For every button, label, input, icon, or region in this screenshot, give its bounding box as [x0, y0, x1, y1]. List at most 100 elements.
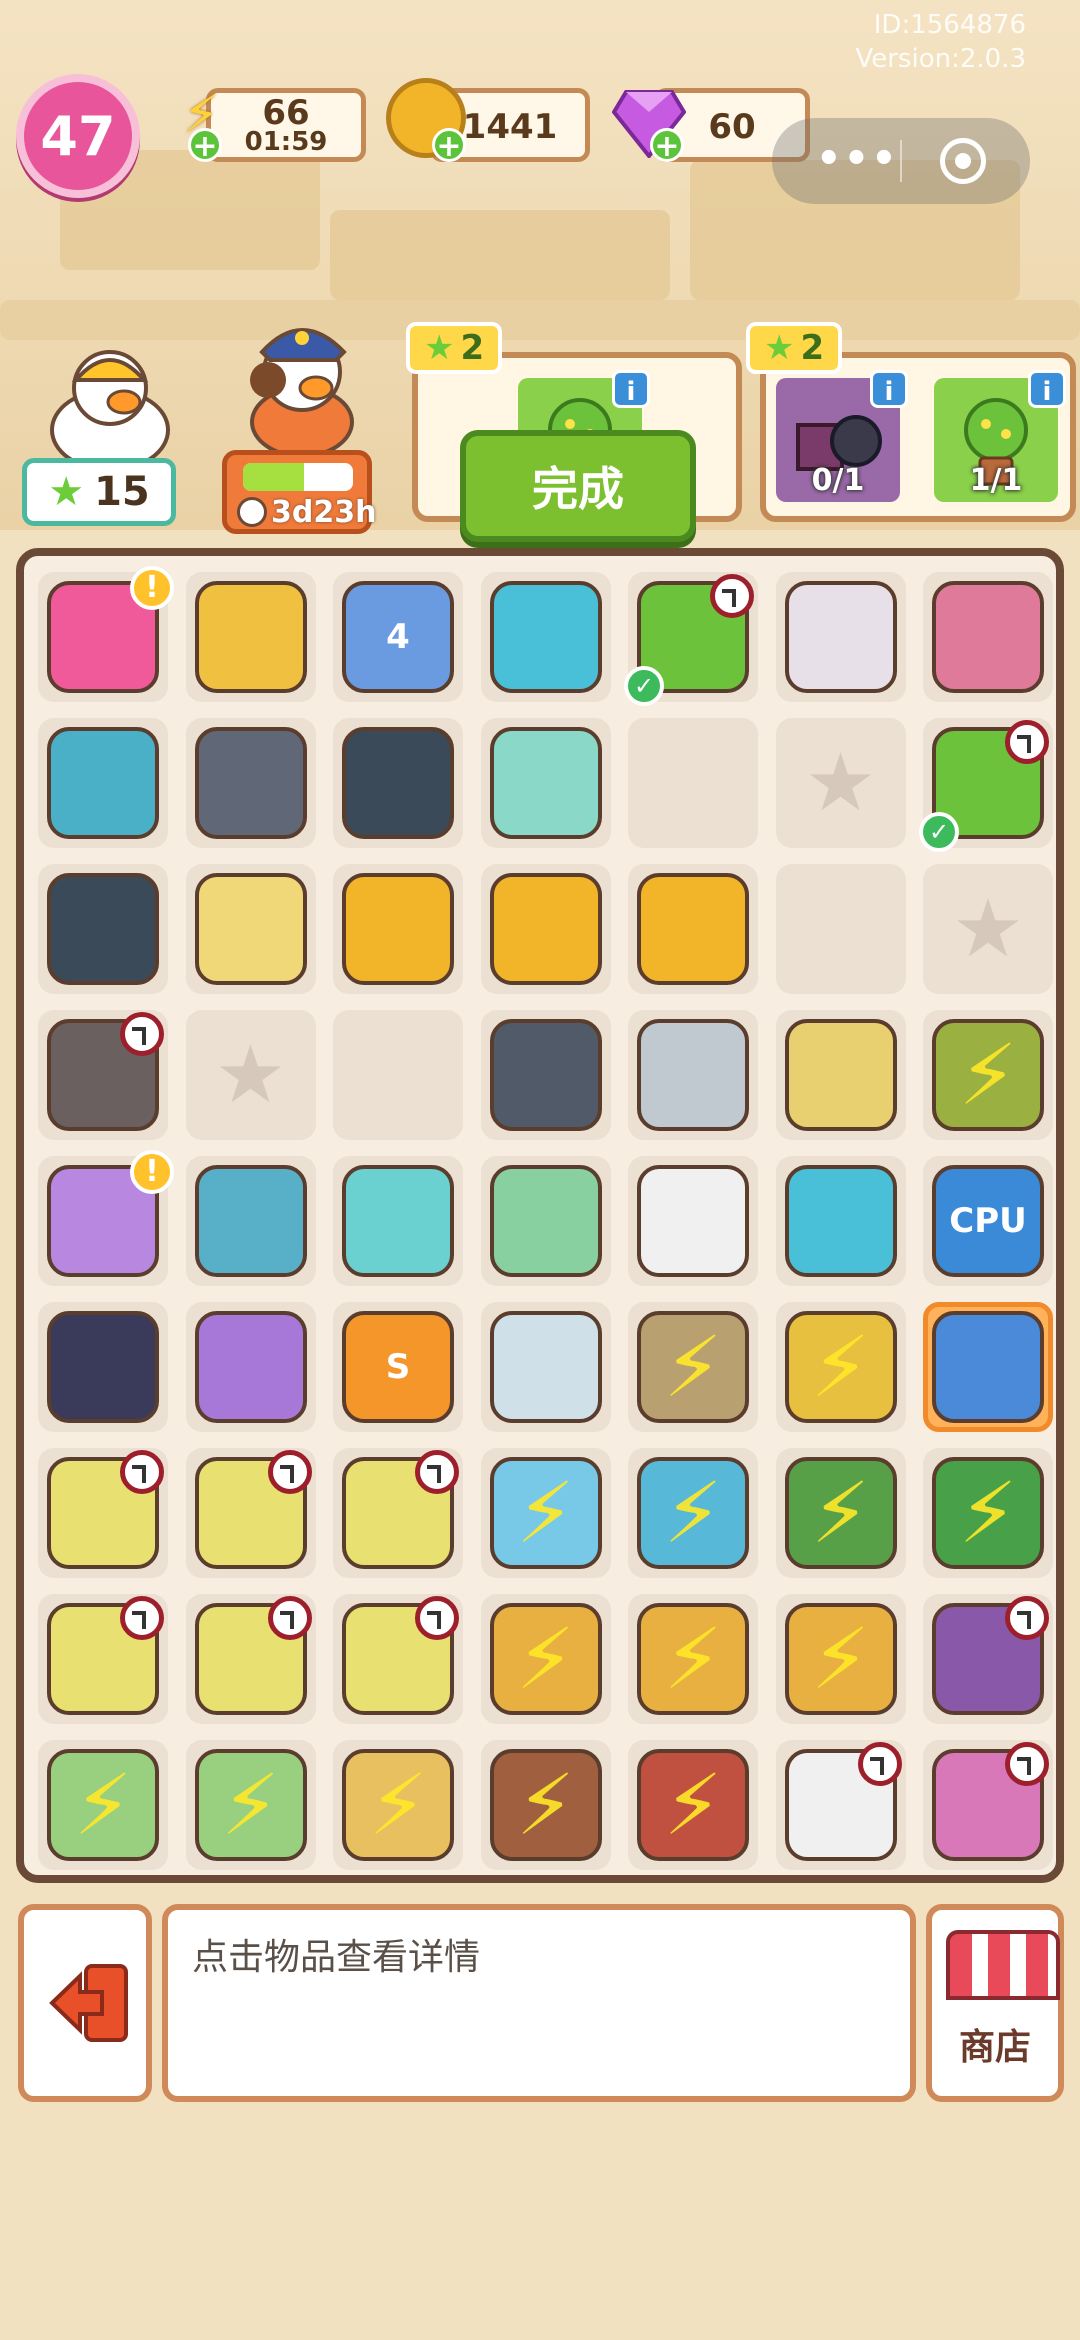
board-cell[interactable]: ⚡ [480, 1594, 611, 1724]
board-cell[interactable] [333, 1594, 463, 1724]
board-cell[interactable]: 4 [333, 572, 463, 702]
board-cell[interactable] [480, 1010, 611, 1140]
big-cabinet-icon [637, 1603, 749, 1715]
empty-star-slot-icon: ★ [214, 1028, 287, 1121]
gem-plus-icon[interactable]: + [650, 128, 684, 163]
small-cabinet-icon [489, 1603, 602, 1715]
board-cell[interactable]: ⚡ [480, 1740, 611, 1870]
board-cell[interactable]: ⚡ [628, 1302, 758, 1432]
info-icon[interactable]: i [612, 370, 650, 408]
board-cell[interactable] [923, 572, 1053, 702]
board-cell[interactable] [628, 718, 758, 848]
board-cell[interactable]: ⚡ [185, 1740, 316, 1870]
board-cell[interactable] [775, 1740, 906, 1870]
board-cell[interactable]: S [333, 1302, 463, 1432]
coin-plus-icon[interactable]: + [432, 128, 466, 163]
board-cell[interactable]: ⚡ [775, 1302, 906, 1432]
clipboard-icon [489, 1311, 602, 1423]
board-cell[interactable] [923, 1740, 1053, 1870]
item-label: CPU [949, 1201, 1027, 1241]
energy-plus-icon[interactable]: + [188, 128, 222, 163]
board-cell[interactable] [628, 864, 758, 994]
order-2-item-slot-2[interactable]: 1/1 i [934, 370, 1066, 502]
coins-pile-icon [489, 873, 602, 985]
board-cell[interactable] [628, 1010, 758, 1140]
board-cell[interactable] [38, 864, 168, 994]
more-menu-icon[interactable]: ••• [816, 136, 899, 182]
board-cell[interactable]: ⚡ [480, 1448, 611, 1578]
board-cell[interactable] [628, 1156, 758, 1286]
board-cell[interactable] [38, 718, 168, 848]
exit-button[interactable] [18, 1904, 152, 2102]
board-cell[interactable]: ✓ [624, 572, 758, 706]
info-icon[interactable]: i [1028, 370, 1066, 408]
board-cell[interactable] [333, 1010, 463, 1140]
board-cell[interactable] [185, 864, 316, 994]
board-cell[interactable]: ⚡ [775, 1448, 906, 1578]
board-cell[interactable] [38, 1448, 168, 1578]
board-cell[interactable] [480, 864, 611, 994]
board-cell[interactable]: ⚡ [333, 1740, 463, 1870]
board-cell[interactable] [333, 1448, 463, 1578]
building-icon [194, 1165, 307, 1277]
level-badge[interactable]: 47 [16, 74, 140, 198]
board-cell[interactable] [333, 864, 463, 994]
board-cell[interactable] [480, 1302, 611, 1432]
board-cell[interactable]: ⚡ [628, 1594, 758, 1724]
police-character[interactable] [232, 306, 372, 458]
board-cell[interactable] [185, 1448, 316, 1578]
cooldown-clock-icon [120, 1596, 164, 1640]
board-cell[interactable]: ⚡ [923, 1448, 1053, 1578]
board-cell[interactable]: ⚡ [923, 1010, 1053, 1140]
board-cell[interactable] [775, 1010, 906, 1140]
green-star-icon: ★ [424, 328, 455, 368]
board-cell[interactable] [38, 1010, 168, 1140]
board-cell[interactable] [38, 1302, 168, 1432]
order-2-reward: ★ 2 [746, 322, 843, 374]
board-cell[interactable] [185, 1156, 316, 1286]
board-cell[interactable] [923, 1302, 1053, 1432]
board-cell[interactable] [333, 718, 463, 848]
cooldown-clock-icon [857, 1742, 902, 1786]
board-cell[interactable] [185, 1594, 316, 1724]
board-cell[interactable] [775, 1156, 906, 1286]
board-cell[interactable]: ⚡ [628, 1740, 758, 1870]
board-cell[interactable]: ⚡ [628, 1448, 758, 1578]
board-cell[interactable] [775, 572, 906, 702]
board-cell[interactable]: ★ [185, 1010, 316, 1140]
board-cell[interactable] [185, 1302, 316, 1432]
board-cell[interactable]: CPU [923, 1156, 1053, 1286]
board-cell[interactable] [185, 572, 316, 702]
shop-button[interactable]: 商店 [926, 1904, 1064, 2102]
order-2-item-slot-1[interactable]: 0/1 i [776, 370, 908, 502]
board-cell[interactable]: ⚡ [775, 1594, 906, 1724]
board-cell[interactable] [480, 718, 611, 848]
board-cell[interactable]: ! [38, 1150, 174, 1286]
board-cell[interactable] [333, 1156, 463, 1286]
board-cell[interactable] [923, 1594, 1053, 1724]
board-cell[interactable]: ✓ [919, 718, 1053, 852]
complete-order-button[interactable]: 完成 [460, 430, 696, 542]
info-icon[interactable]: i [870, 370, 908, 408]
close-circle-icon[interactable] [940, 138, 986, 184]
order-card-2[interactable]: 0/1 i 1/1 i [760, 352, 1076, 522]
board-cell[interactable]: ★ [775, 718, 906, 848]
board-cell[interactable] [775, 864, 906, 994]
flower-bucket-icon [637, 1749, 749, 1861]
board-cell[interactable]: ★ [923, 864, 1053, 994]
bricks-icon [932, 581, 1044, 693]
cooldown-clock-icon [267, 1596, 312, 1640]
green-star-icon: ★ [48, 469, 85, 515]
board-cell[interactable] [185, 718, 316, 848]
laptop-icon [47, 1749, 159, 1861]
board-cell[interactable] [480, 572, 611, 702]
board-cell[interactable] [38, 1594, 168, 1724]
order-1-reward: ★ 2 [406, 322, 503, 374]
plant-pot-icon [342, 1749, 454, 1861]
order-2-reward-value: 2 [800, 328, 825, 368]
order-2-item-1-count: 0/1 [811, 463, 865, 498]
board-cell[interactable]: ⚡ [38, 1740, 168, 1870]
board-cell[interactable] [480, 1156, 611, 1286]
board-cell[interactable]: ! [38, 566, 174, 702]
ab-roller-icon [47, 873, 159, 985]
